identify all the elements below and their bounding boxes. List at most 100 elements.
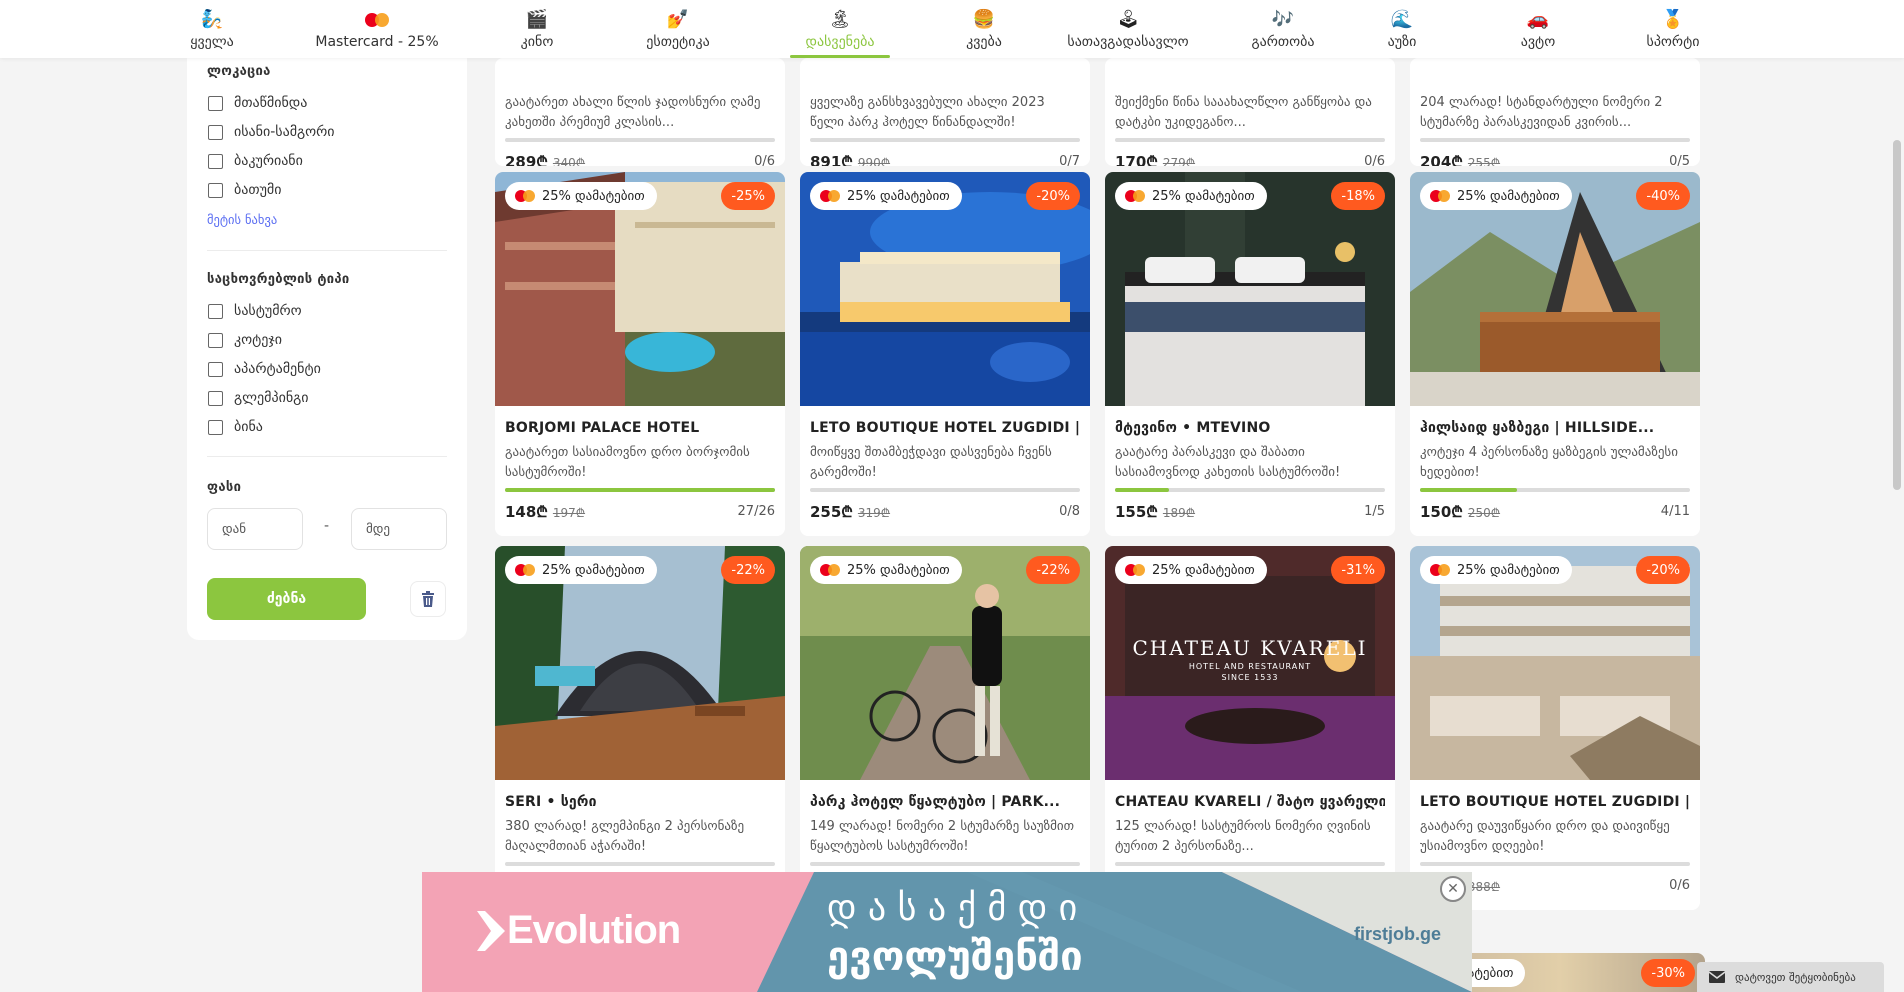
current-price: 255₾: [810, 503, 853, 521]
offer-card[interactable]: 204 ლარად! სტანდარტული ნომერი 2 სტუმარზე…: [1410, 58, 1700, 166]
ad-banner[interactable]: Evolution დ ა ს ა ქ მ დ ი ევოლუშენში fir…: [422, 872, 1472, 992]
offer-description: გაატარეთ სასიამოვნო დრო ბორჯომის სასტუმრ…: [505, 445, 750, 480]
sold-count: 27/26: [737, 504, 775, 519]
offer-card[interactable]: 25% დამატებით -40% ჰილსაიდ ყაზბეგი | HILLS…: [1410, 172, 1700, 536]
checkbox-label: გლემპინგი: [234, 390, 309, 406]
nav-tab-label: ავტო: [1520, 34, 1556, 50]
sold-progress-bar: [810, 138, 1080, 142]
trash-icon: [422, 591, 434, 607]
checkbox[interactable]: [208, 361, 223, 377]
badge-text: 25% დამატებით: [1457, 562, 1560, 578]
discount-badge: -40%: [1636, 182, 1690, 210]
sold-count: 0/6: [1364, 154, 1385, 166]
mastercard-bonus-badge: 25% დამატებით: [1420, 556, 1572, 584]
discount-badge: -31%: [1331, 556, 1385, 584]
checkbox[interactable]: [208, 95, 223, 111]
badge-text: 25% დამატებით: [1457, 188, 1560, 204]
offer-card[interactable]: 25% დამატებით -22% პარკ ჰოტელ წყალტუბო | P…: [800, 546, 1090, 910]
type-checkbox[interactable]: ბინა: [208, 418, 263, 436]
nav-tab[interactable]: 🍔 კვება: [919, 0, 1049, 58]
nav-tab[interactable]: Mastercard - 25%: [312, 0, 442, 58]
nav-tab[interactable]: 💅 ესთეტიკა: [613, 0, 743, 58]
scrollbar[interactable]: [1893, 140, 1901, 490]
search-button[interactable]: ძებნა: [207, 578, 366, 620]
checkbox[interactable]: [208, 153, 223, 169]
medal-icon: 🏅: [1661, 9, 1685, 30]
category-nav: 🧞 ყველა Mastercard - 25% 🎬 კინო 💅 ესთეტიკა 🏝 დას…: [0, 0, 1904, 58]
offer-title: BORJOMI PALACE HOTEL: [505, 420, 700, 436]
sold-count: 1/5: [1364, 504, 1385, 519]
checkbox[interactable]: [208, 124, 223, 140]
offer-title: LETO BOUTIQUE HOTEL ZUGDIDI |...: [810, 420, 1080, 436]
type-checkbox[interactable]: სასტუმრო: [208, 302, 302, 320]
checkbox[interactable]: [208, 303, 223, 319]
ad-headline-1: დ ა ს ა ქ მ დ ი: [827, 888, 1078, 929]
offer-description: 380 ლარად! გლემპინგი 2 პერსონაზე მაღალმთ…: [505, 819, 745, 854]
price-to-input[interactable]: [351, 508, 447, 550]
car-icon: 🚗: [1526, 9, 1550, 30]
divider: [207, 456, 447, 457]
offer-card[interactable]: შეიქმენი წინა სააახალწლო განწყობა და დატ…: [1105, 58, 1395, 166]
type-checkbox[interactable]: კოტეჯი: [208, 331, 282, 349]
nav-tab[interactable]: 🧞 ყველა: [147, 0, 277, 58]
nav-tab[interactable]: 🚗 ავტო: [1473, 0, 1603, 58]
discount-badge: -22%: [721, 556, 775, 584]
mastercard-icon: [820, 190, 840, 202]
checkbox[interactable]: [208, 182, 223, 198]
location-checkbox[interactable]: ისანი-სამგორი: [208, 123, 335, 141]
offer-card[interactable]: 25% დამატებით -20% LETO BOUTIQUE HOTEL ZUG…: [800, 172, 1090, 536]
location-checkbox[interactable]: ბაკურიანი: [208, 152, 303, 170]
offer-title: პარკ ჰოტელ წყალტუბო | PARK...: [810, 794, 1061, 810]
offer-title: მტევინო • MTEVINO: [1115, 420, 1271, 436]
discount-badge: -20%: [1026, 182, 1080, 210]
type-checkbox[interactable]: აპარტამენტი: [208, 360, 321, 378]
ad-headline-2: ევოლუშენში: [827, 934, 1083, 980]
nav-tab-label: კინო: [520, 34, 554, 50]
offer-card[interactable]: 25% დამატებით -20% LETO BOUTIQUE HOTEL ZUG…: [1410, 546, 1700, 910]
nav-tab[interactable]: 🎶 გართობა: [1218, 0, 1348, 58]
nav-tab-label: ესთეტიკა: [646, 34, 710, 50]
nav-tab[interactable]: 🏝 დასვენება: [775, 0, 905, 58]
show-more-link[interactable]: მეტის ნახვა: [207, 212, 277, 227]
badge-text: 25% დამატებით: [1152, 188, 1255, 204]
location-checkbox[interactable]: მთაწმინდა: [208, 94, 307, 112]
checkbox[interactable]: [208, 332, 223, 348]
nav-tab-label: დასვენება: [805, 34, 875, 50]
offer-card[interactable]: CHATEAU KVARELI HOTEL AND RESTAURANT SINCE…: [1105, 546, 1395, 910]
logo-since: SINCE 1533: [1221, 673, 1279, 682]
sold-count: 4/11: [1660, 504, 1690, 519]
nav-tab[interactable]: 🕹 სათავგადასავლო: [1063, 0, 1193, 58]
location-checkbox[interactable]: ბათუმი: [208, 181, 281, 199]
mastercard-bonus-badge: 25% დამატებით: [810, 182, 962, 210]
nav-tab[interactable]: 🏅 სპორტი: [1608, 0, 1738, 58]
offer-description: ყველაზე განსხვავებული ახალი 2023 წელი პა…: [810, 95, 1045, 130]
offer-card[interactable]: 25% დამატებით -25% BORJOMI PALACE HOTEL გაა…: [495, 172, 785, 536]
nav-tab[interactable]: 🌊 აუზი: [1337, 0, 1467, 58]
discount-badge: -25%: [721, 182, 775, 210]
ad-close-button[interactable]: ✕: [1440, 876, 1466, 902]
old-price: 189₾: [1162, 506, 1196, 520]
checkbox[interactable]: [208, 390, 223, 406]
current-price: 204₾: [1420, 153, 1463, 166]
clear-filters-button[interactable]: [410, 581, 446, 617]
feedback-button[interactable]: დატოვეთ შეტყობინება: [1697, 962, 1884, 992]
price-from-input[interactable]: [207, 508, 303, 550]
offer-description: გაატარეთ ახალი წლის ჯადოსნური ღამე კახეთ…: [505, 95, 761, 130]
price-dash: -: [324, 518, 330, 534]
offer-title: SERI • სერი: [505, 794, 597, 810]
nav-tab-label: სათავგადასავლო: [1067, 34, 1189, 50]
old-price: 197₾: [552, 506, 586, 520]
evolution-logo-mark-icon: [477, 910, 505, 951]
sold-count: 0/7: [1059, 154, 1080, 166]
joystick-icon: 🕹: [1116, 9, 1140, 30]
old-price: 279₾: [1162, 156, 1196, 166]
sold-progress-fill: [1420, 488, 1518, 492]
nav-tab[interactable]: 🎬 კინო: [472, 0, 602, 58]
offer-card[interactable]: ყველაზე განსხვავებული ახალი 2023 წელი პა…: [800, 58, 1090, 166]
offer-card[interactable]: გაატარეთ ახალი წლის ჯადოსნური ღამე კახეთ…: [495, 58, 785, 166]
checkbox[interactable]: [208, 419, 223, 435]
type-checkbox[interactable]: გლემპინგი: [208, 389, 309, 407]
checkbox-label: სასტუმრო: [234, 303, 302, 319]
offer-card[interactable]: 25% დამატებით -18% მტევინო • MTEVINO გაატარ…: [1105, 172, 1395, 536]
offer-card[interactable]: 25% დამატებით -22% SERI • სერი 380 ლარად! გ…: [495, 546, 785, 910]
